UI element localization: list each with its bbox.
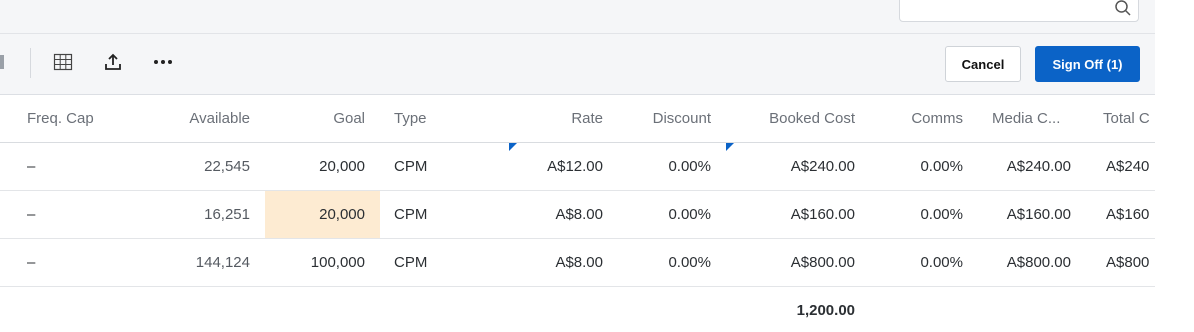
available-cell: 16,251 [204, 206, 250, 223]
column-header-rate[interactable]: Rate [500, 95, 603, 142]
line-items-grid: Freq. Cap Available Goal Type Rate Disco… [0, 95, 1155, 332]
sign-off-button[interactable]: Sign Off (1) [1035, 46, 1140, 82]
grid-icon[interactable] [51, 50, 75, 74]
grid-header-row: Freq. Cap Available Goal Type Rate Disco… [0, 95, 1155, 143]
table-row[interactable]: – 16,251 20,000 CPM A$8.00 0.00% A$160.0… [0, 191, 1155, 239]
cancel-button[interactable]: Cancel [945, 46, 1021, 82]
total-cost-cell: A$240 [1106, 158, 1150, 175]
search-icon[interactable] [1114, 0, 1132, 17]
toolbar-handle [0, 55, 4, 69]
booked-cost-total: 1,200.00 [796, 301, 855, 319]
media-cost-cell: A$800.00 [1006, 254, 1071, 271]
total-cost-cell: A$160 [1106, 206, 1150, 223]
freq-cap-cell: – [27, 158, 36, 175]
booked-cost-cell[interactable]: A$160.00 [725, 191, 855, 238]
toolbar-divider [30, 48, 31, 78]
column-header-comms[interactable]: Comms [873, 95, 963, 142]
upload-icon[interactable] [101, 50, 125, 74]
column-header-freq-cap[interactable]: Freq. Cap [27, 95, 147, 142]
column-header-type[interactable]: Type [394, 95, 484, 142]
freq-cap-cell: – [27, 254, 36, 271]
type-cell[interactable]: CPM [394, 191, 484, 238]
top-bar [0, 0, 1155, 34]
comms-cell[interactable]: 0.00% [873, 239, 963, 286]
type-cell[interactable]: CPM [394, 239, 484, 286]
rate-cell[interactable]: A$8.00 [500, 191, 603, 238]
toolbar: Cancel Sign Off (1) [0, 34, 1155, 95]
comms-cell[interactable]: 0.00% [873, 191, 963, 238]
freq-cap-cell: – [27, 206, 36, 223]
column-header-total-cost[interactable]: Total C [1103, 95, 1155, 142]
column-header-booked-cost[interactable]: Booked Cost [725, 95, 855, 142]
media-cost-cell: A$240.00 [1006, 158, 1071, 175]
more-horizontal-icon[interactable] [151, 50, 175, 74]
comms-cell[interactable]: 0.00% [873, 143, 963, 190]
rate-cell[interactable]: A$12.00 [500, 143, 603, 190]
goal-cell-warning[interactable]: 20,000 [265, 191, 380, 238]
totals-row: 1,200.00 [0, 287, 1155, 332]
page-right-edge [1155, 0, 1194, 332]
discount-cell[interactable]: 0.00% [611, 191, 711, 238]
search-input[interactable] [899, 0, 1139, 22]
rate-cell[interactable]: A$8.00 [500, 239, 603, 286]
type-cell[interactable]: CPM [394, 143, 484, 190]
booked-cost-cell[interactable]: A$240.00 [725, 143, 855, 190]
media-cost-cell: A$160.00 [1006, 206, 1071, 223]
column-header-goal[interactable]: Goal [265, 95, 365, 142]
total-cost-cell: A$800 [1106, 254, 1150, 271]
column-header-available[interactable]: Available [150, 95, 250, 142]
table-row[interactable]: – 144,124 100,000 CPM A$8.00 0.00% A$800… [0, 239, 1155, 287]
available-cell: 22,545 [204, 158, 250, 175]
goal-cell[interactable]: 20,000 [265, 143, 365, 190]
table-row[interactable]: – 22,545 20,000 CPM A$12.00 0.00% A$240.… [0, 143, 1155, 191]
goal-cell[interactable]: 100,000 [265, 239, 365, 286]
column-header-media-cost[interactable]: Media C... [992, 95, 1082, 142]
discount-cell[interactable]: 0.00% [611, 143, 711, 190]
available-cell: 144,124 [195, 254, 250, 271]
booked-cost-cell[interactable]: A$800.00 [725, 239, 855, 286]
discount-cell[interactable]: 0.00% [611, 239, 711, 286]
column-header-discount[interactable]: Discount [611, 95, 711, 142]
